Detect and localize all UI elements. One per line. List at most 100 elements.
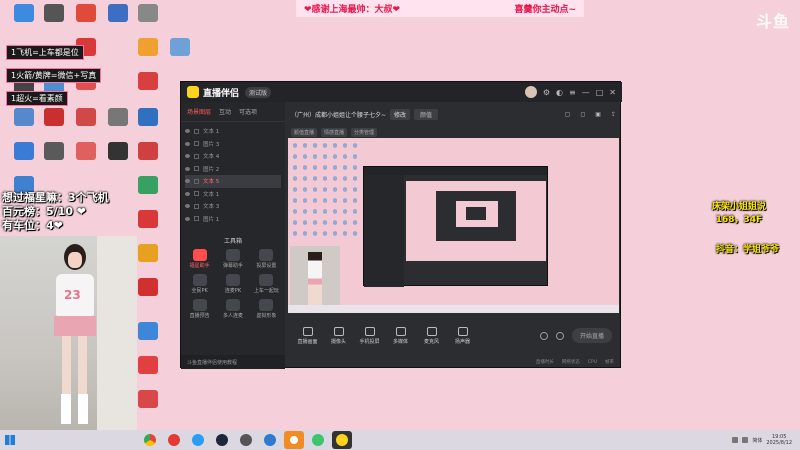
app-icon	[138, 176, 158, 194]
taskbar-app[interactable]	[332, 431, 352, 449]
desktop-icon[interactable]	[36, 4, 72, 38]
volume-icon[interactable]	[742, 437, 749, 443]
eye-icon[interactable]	[185, 204, 190, 209]
desktop-icon[interactable]	[68, 4, 104, 38]
gift-icon[interactable]: ▣	[595, 111, 601, 118]
checkbox[interactable]	[194, 166, 199, 172]
tutorial-link[interactable]: 斗鱼直播伴侣使用教程	[181, 355, 285, 369]
tab-scenes[interactable]: 场景图层	[187, 107, 211, 116]
desktop-icon[interactable]	[36, 108, 72, 142]
eye-icon[interactable]	[185, 191, 190, 196]
tag[interactable]: 颜值直播	[291, 127, 318, 137]
taskbar-app[interactable]	[260, 431, 280, 449]
speaker-button[interactable]: 扬声器	[450, 326, 475, 345]
desktop-icon[interactable]	[36, 142, 72, 176]
tab-interact[interactable]: 互动	[219, 107, 231, 116]
layer-item[interactable]: 图片 1	[185, 213, 281, 226]
info-line: 床架小姐姐说	[712, 202, 767, 212]
netease-icon	[168, 434, 180, 446]
app-icon	[108, 4, 128, 22]
mic-button[interactable]: 麦克风	[419, 326, 444, 345]
tool-item[interactable]: 上车一起玩	[250, 274, 283, 294]
taskbar-app[interactable]	[284, 431, 304, 449]
source-button[interactable]: 直播画面	[295, 326, 320, 345]
checkbox[interactable]	[194, 203, 199, 209]
scene-panel: 场景图层 互动 可选项 文本 1 图片 3 文本 4 图片 2 文本 5 文本 …	[181, 102, 285, 369]
desktop-icon[interactable]	[130, 4, 166, 38]
streamer: 23	[50, 244, 100, 430]
menu-icon[interactable]: ≡	[569, 88, 576, 97]
edit-title-button[interactable]: 修改	[390, 108, 411, 120]
source-button[interactable]: 多媒体	[388, 326, 413, 345]
tool-item[interactable]: 弹幕助手	[216, 249, 249, 269]
maximize-icon[interactable]: □	[596, 88, 604, 97]
desktop-icon[interactable]	[130, 142, 166, 176]
layer-item-selected[interactable]: 文本 5	[185, 175, 281, 188]
source-button[interactable]: 摄像头	[326, 326, 351, 345]
chat-icon[interactable]: ◻	[580, 111, 585, 118]
tool-item[interactable]: 福星助手	[183, 249, 216, 269]
settings-icon[interactable]	[555, 331, 564, 340]
eye-icon[interactable]	[185, 216, 190, 221]
checkbox[interactable]	[194, 216, 199, 222]
tool-item[interactable]: 虚拟形象	[250, 299, 283, 319]
app-icon	[76, 108, 96, 126]
category-badge[interactable]: 颜值	[414, 108, 439, 120]
layer-item[interactable]: 文本 1	[185, 188, 281, 201]
desktop-icon[interactable]	[68, 108, 104, 142]
desktop-icon[interactable]	[130, 108, 166, 142]
checkbox[interactable]	[194, 178, 199, 184]
tag[interactable]: 情感直播	[321, 127, 348, 137]
stream-preview[interactable]	[288, 138, 619, 313]
layer-item[interactable]: 文本 4	[185, 150, 281, 163]
layer-item[interactable]: 图片 2	[185, 163, 281, 176]
avatar[interactable]	[524, 86, 537, 98]
close-icon[interactable]: ✕	[609, 88, 616, 97]
desktop-icon[interactable]	[68, 142, 104, 176]
layer-item[interactable]: 图片 3	[185, 138, 281, 151]
eye-icon[interactable]	[185, 129, 190, 134]
taskbar-app[interactable]	[236, 431, 256, 449]
source-button[interactable]: 手机投屏	[357, 326, 382, 345]
clock[interactable]: 19:05 2025/8/12	[766, 434, 792, 446]
eye-icon[interactable]	[185, 166, 190, 171]
minimize-icon[interactable]: —	[582, 88, 590, 97]
eye-icon[interactable]	[185, 141, 190, 146]
record-icon[interactable]	[539, 331, 548, 340]
douyu-watermark: 斗鱼	[755, 12, 790, 31]
input-method[interactable]: 简体	[752, 437, 762, 444]
taskbar-app[interactable]	[212, 431, 232, 449]
lock-icon[interactable]: ▢	[565, 111, 571, 118]
eye-icon[interactable]	[185, 154, 190, 159]
layer-item[interactable]: 文本 1	[185, 125, 281, 138]
layer-item[interactable]: 文本 3	[185, 200, 281, 213]
taskbar-app[interactable]	[140, 431, 160, 449]
tool-item[interactable]: 多人连麦	[216, 299, 249, 319]
taskbar-app[interactable]	[188, 431, 208, 449]
checkbox[interactable]	[194, 128, 199, 134]
app-icon	[264, 434, 276, 446]
settings-icon[interactable]: ⚙	[543, 88, 550, 97]
tool-item[interactable]: 连麦PK	[216, 274, 249, 294]
taskbar-app[interactable]	[164, 431, 184, 449]
share-icon[interactable]: ⇪	[611, 111, 616, 118]
eye-icon[interactable]	[185, 179, 190, 184]
tool-item[interactable]: 直播预告	[183, 299, 216, 319]
checkbox[interactable]	[194, 191, 199, 197]
checkbox[interactable]	[194, 141, 199, 147]
desktop-icon[interactable]	[162, 38, 198, 72]
start-live-button[interactable]: 开始直播	[571, 328, 612, 343]
tool-item[interactable]: 投屏设置	[250, 249, 283, 269]
start-button[interactable]	[0, 430, 20, 450]
gift-notes: 1飞机=上车都是位 1火箭/黄牌=微信+写真 1超火=看素颜	[6, 40, 136, 109]
version-badge[interactable]: 测试版	[245, 86, 272, 98]
taskbar-app[interactable]	[308, 431, 328, 449]
tag[interactable]: 分类管理	[351, 127, 378, 137]
skin-icon[interactable]: ◐	[556, 88, 563, 97]
toolbox-title: 工具箱	[223, 238, 242, 245]
tool-item[interactable]: 全民PK	[183, 274, 216, 294]
tags-row: 颜值直播 情感直播 分类管理	[285, 126, 622, 138]
tab-options[interactable]: 可选项	[239, 107, 257, 116]
network-icon[interactable]	[732, 437, 739, 443]
checkbox[interactable]	[194, 153, 199, 159]
